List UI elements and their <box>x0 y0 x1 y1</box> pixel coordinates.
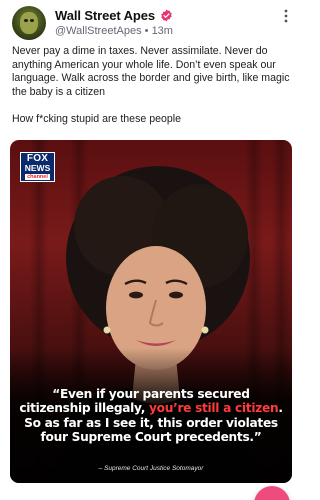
post-paragraph: How f*cking stupid are these people <box>12 112 182 125</box>
quote-caption: “Even if your parents secured citizenshi… <box>18 387 284 445</box>
author-handle[interactable]: @WallStreetApes <box>55 25 142 37</box>
floating-action-button[interactable] <box>254 486 290 500</box>
author-meta: @WallStreetApes • 13m <box>55 25 173 37</box>
author-name[interactable]: Wall Street Apes <box>55 8 155 23</box>
quote-highlight: you’re still a citizen <box>149 401 279 416</box>
post-paragraph: Never pay a dime in taxes. Never assimil… <box>12 45 290 98</box>
post-image[interactable]: FOX NEWS channel “Even if your parents s… <box>10 140 292 483</box>
meta-separator: • <box>144 25 149 37</box>
fox-news-logo: FOX NEWS channel <box>20 152 55 182</box>
avatar-face <box>20 12 38 34</box>
quote-attribution: – Supreme Court Justice Sotomayor <box>98 465 204 472</box>
logo-line: channel <box>25 174 50 180</box>
logo-line: NEWS <box>24 163 51 173</box>
verified-badge-icon <box>161 9 172 21</box>
avatar-eye <box>30 19 34 22</box>
avatar[interactable] <box>12 6 46 40</box>
avatar-eye <box>24 19 28 22</box>
more-vertical-icon[interactable] <box>279 8 293 24</box>
post-header: Wall Street Apes @WallStreetApes • 13m <box>12 6 293 40</box>
author-name-row: Wall Street Apes <box>55 7 173 23</box>
post-time: 13m <box>151 25 173 37</box>
post-body: Never pay a dime in taxes. Never assimil… <box>12 45 297 140</box>
